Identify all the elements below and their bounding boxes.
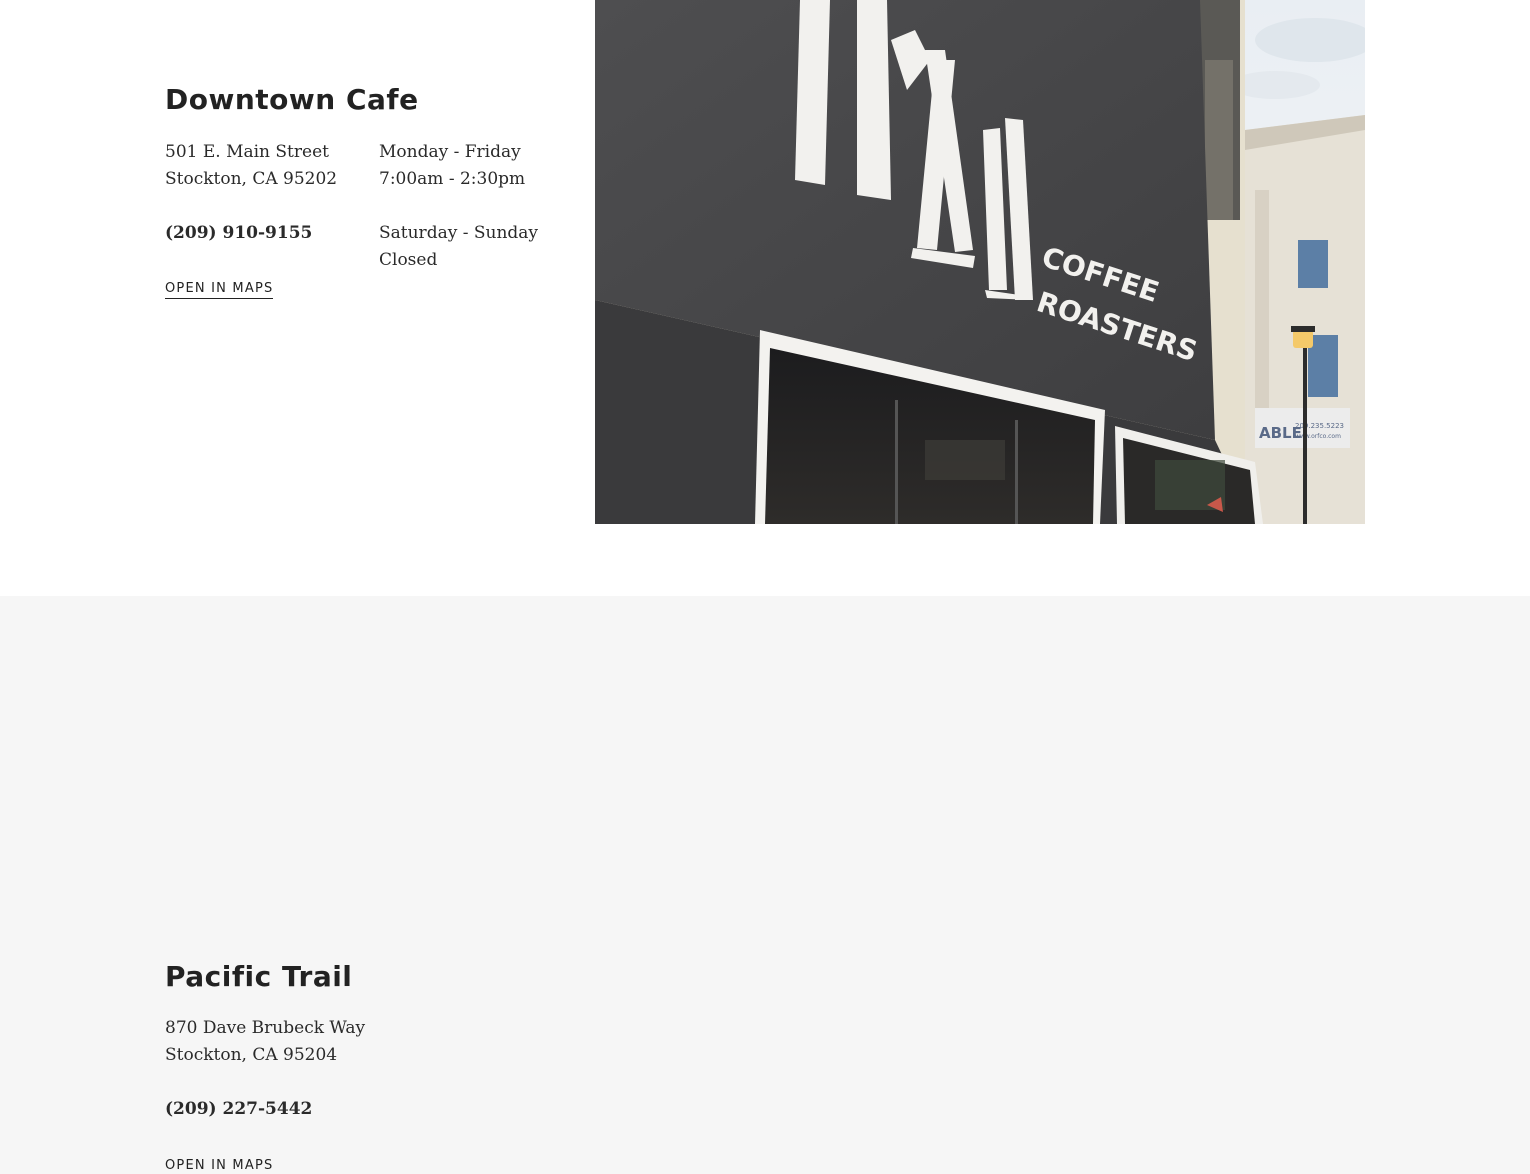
- banner-url: www.orfco.com: [1295, 433, 1341, 440]
- location-title: Downtown Cafe: [165, 83, 419, 116]
- phone-number: (209) 227-5442: [165, 1099, 313, 1119]
- storefront-photo: ABLE 209.235.5223 www.orfco.com COFFEE R…: [595, 0, 1365, 524]
- hours-weekend-time: Closed: [379, 250, 438, 270]
- hours-weekday-time: 7:00am - 2:30pm: [379, 169, 526, 189]
- address-line-2: Stockton, CA 95202: [165, 169, 338, 189]
- address-line-1: 870 Dave Brubeck Way: [165, 1018, 366, 1038]
- banner-phone: 209.235.5223: [1295, 422, 1344, 430]
- phone-number: (209) 910-9155: [165, 223, 313, 243]
- location-downtown-cafe: Downtown Cafe 501 E. Main Street Stockto…: [0, 0, 1530, 596]
- address-line-2: Stockton, CA 95204: [165, 1045, 338, 1065]
- hours-weekend-days: Saturday - Sunday: [379, 223, 539, 243]
- hours-weekday-days: Monday - Friday: [379, 142, 521, 162]
- location-pacific-trail: Pacific Trail 870 Dave Brubeck Way Stock…: [0, 596, 1530, 1174]
- location-title: Pacific Trail: [165, 960, 353, 993]
- open-in-maps-link[interactable]: OPEN IN MAPS: [165, 1158, 273, 1174]
- address-line-1: 501 E. Main Street: [165, 142, 329, 162]
- open-in-maps-link[interactable]: OPEN IN MAPS: [165, 281, 274, 299]
